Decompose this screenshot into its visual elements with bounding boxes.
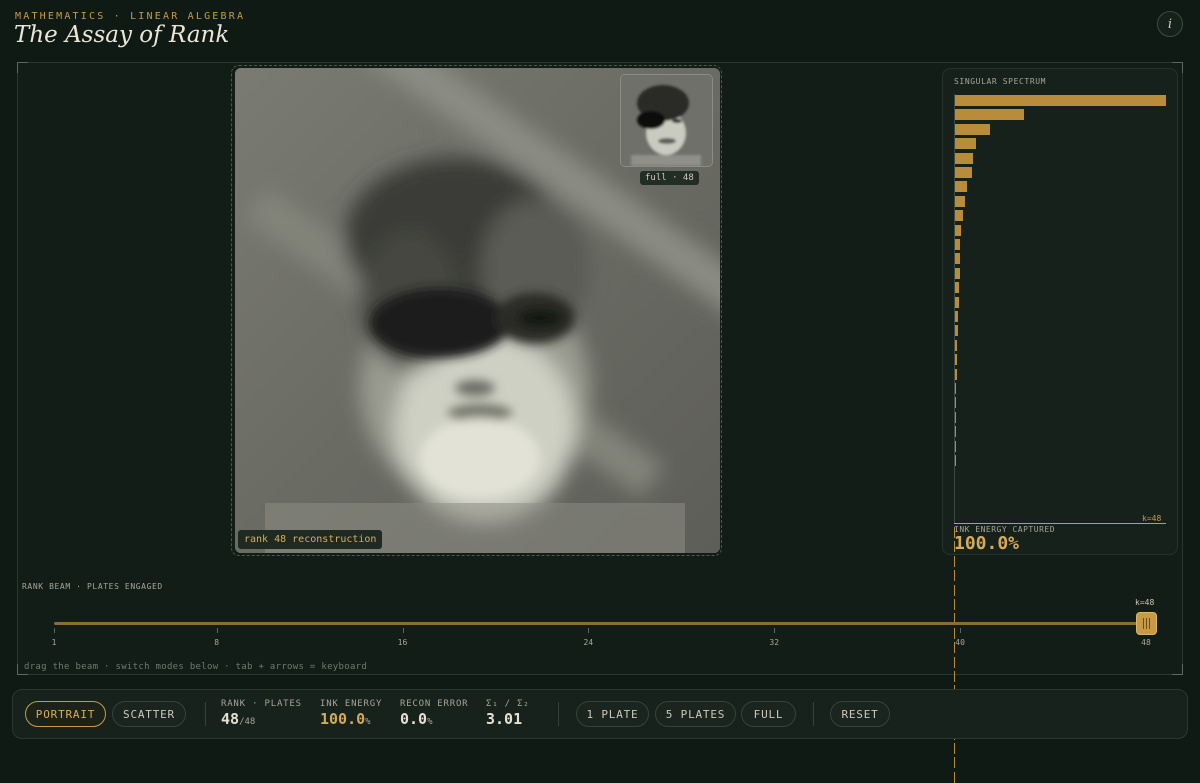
- energy-stat-value: 100.0%: [320, 710, 371, 728]
- help-hint: drag the beam · switch modes below · tab…: [24, 662, 368, 672]
- spectrum-bar: [954, 210, 964, 222]
- slider-tick-label: 32: [769, 638, 780, 647]
- info-icon: i: [1167, 16, 1173, 32]
- divider: [813, 702, 814, 726]
- slider-tick: [402, 628, 404, 633]
- page-title: The Assay of Rank: [14, 22, 230, 48]
- error-stat-label: RECON ERROR: [400, 699, 469, 709]
- breadcrumb: MATHEMATICS · LINEAR ALGEBRA: [15, 11, 246, 22]
- error-unit: %: [427, 717, 433, 727]
- energy-number: 100.0: [320, 710, 366, 728]
- divider: [205, 702, 206, 726]
- error-number: 0.0: [400, 710, 428, 728]
- spectrum-bar: [954, 138, 977, 150]
- slider-tick: [960, 628, 962, 633]
- slider-tick: [216, 628, 218, 633]
- divider: [558, 702, 559, 726]
- error-stat-value: 0.0%: [400, 710, 433, 728]
- original-thumbnail[interactable]: [620, 74, 713, 167]
- slider-tick: [54, 628, 55, 633]
- grip-line: [1146, 618, 1147, 629]
- slider-tick-label: 24: [583, 638, 594, 647]
- slider-value-label: k=48: [1135, 598, 1155, 607]
- ratio-stat-value: 3.01: [486, 710, 523, 728]
- spectrum-bar: [954, 743, 955, 754]
- spectrum-axis-x: [954, 523, 1166, 524]
- spectrum-bar: [954, 570, 956, 582]
- spectrum-panel: [942, 68, 1178, 555]
- rank-max: /48: [239, 717, 256, 727]
- ratio-stat-label: Σ₁ / Σ₂: [486, 699, 530, 709]
- spectrum-bar: [954, 195, 965, 207]
- rank-value: 48: [221, 710, 240, 728]
- reset-button[interactable]: RESET: [830, 701, 890, 727]
- spectrum-bar: [954, 555, 956, 567]
- slider-tick-label: 8: [214, 638, 220, 647]
- grip-line: [1143, 618, 1144, 629]
- rank-beam-title: RANK BEAM · PLATES ENGAGED: [22, 582, 163, 591]
- slider-tick: [588, 628, 590, 633]
- energy-value: 100.0%: [954, 533, 1020, 554]
- grip-line: [1149, 618, 1150, 629]
- thumbnail-label: full · 48: [640, 171, 699, 185]
- spectrum-bar: [954, 109, 1024, 121]
- spectrum-bar: [954, 771, 955, 783]
- rank-stat-value: 48/48: [221, 710, 255, 728]
- spectrum-bar: [954, 95, 1166, 106]
- mode-scatter-button[interactable]: SCATTER: [112, 701, 186, 727]
- five-plates-button[interactable]: 5 PLATES: [655, 701, 736, 727]
- info-button[interactable]: i: [1157, 11, 1183, 37]
- mode-portrait-button[interactable]: PORTRAIT: [25, 701, 106, 727]
- full-button[interactable]: FULL: [741, 701, 796, 727]
- slider-tick-label: 48: [1141, 638, 1151, 647]
- energy-stat-label: INK ENERGY: [320, 699, 383, 709]
- slider-tick-label: 40: [955, 638, 965, 647]
- reconstruction-label: rank 48 reconstruction: [238, 530, 383, 549]
- rank-slider-track[interactable]: [54, 622, 1146, 625]
- corner-mark: [1172, 664, 1183, 675]
- spectrum-title: SINGULAR SPECTRUM: [954, 77, 1047, 86]
- spectrum-bar: [954, 224, 962, 236]
- spectrum-bar: [954, 167, 973, 178]
- spectrum-bar: [954, 656, 955, 668]
- slider-tick-label: 1: [51, 638, 57, 647]
- spectrum-bar: [954, 599, 955, 610]
- rank-slider-handle[interactable]: [1136, 612, 1157, 635]
- rank-stat-label: RANK · PLATES: [221, 699, 302, 709]
- energy-unit: %: [365, 717, 371, 727]
- spectrum-bar: [954, 757, 955, 769]
- spectrum-axis-y: [954, 94, 955, 524]
- corner-mark: [17, 62, 28, 73]
- spectrum-bar: [954, 181, 968, 193]
- slider-tick-label: 16: [397, 638, 408, 647]
- spectrum-k-marker: k=48: [1142, 514, 1162, 523]
- spectrum-bar: [954, 152, 974, 164]
- spectrum-bar: [954, 671, 955, 682]
- spectrum-bar: [954, 123, 991, 135]
- one-plate-button[interactable]: 1 PLATE: [576, 701, 649, 727]
- spectrum-bar: [954, 584, 956, 596]
- thumbnail-svg: [621, 75, 712, 166]
- slider-tick: [774, 628, 776, 633]
